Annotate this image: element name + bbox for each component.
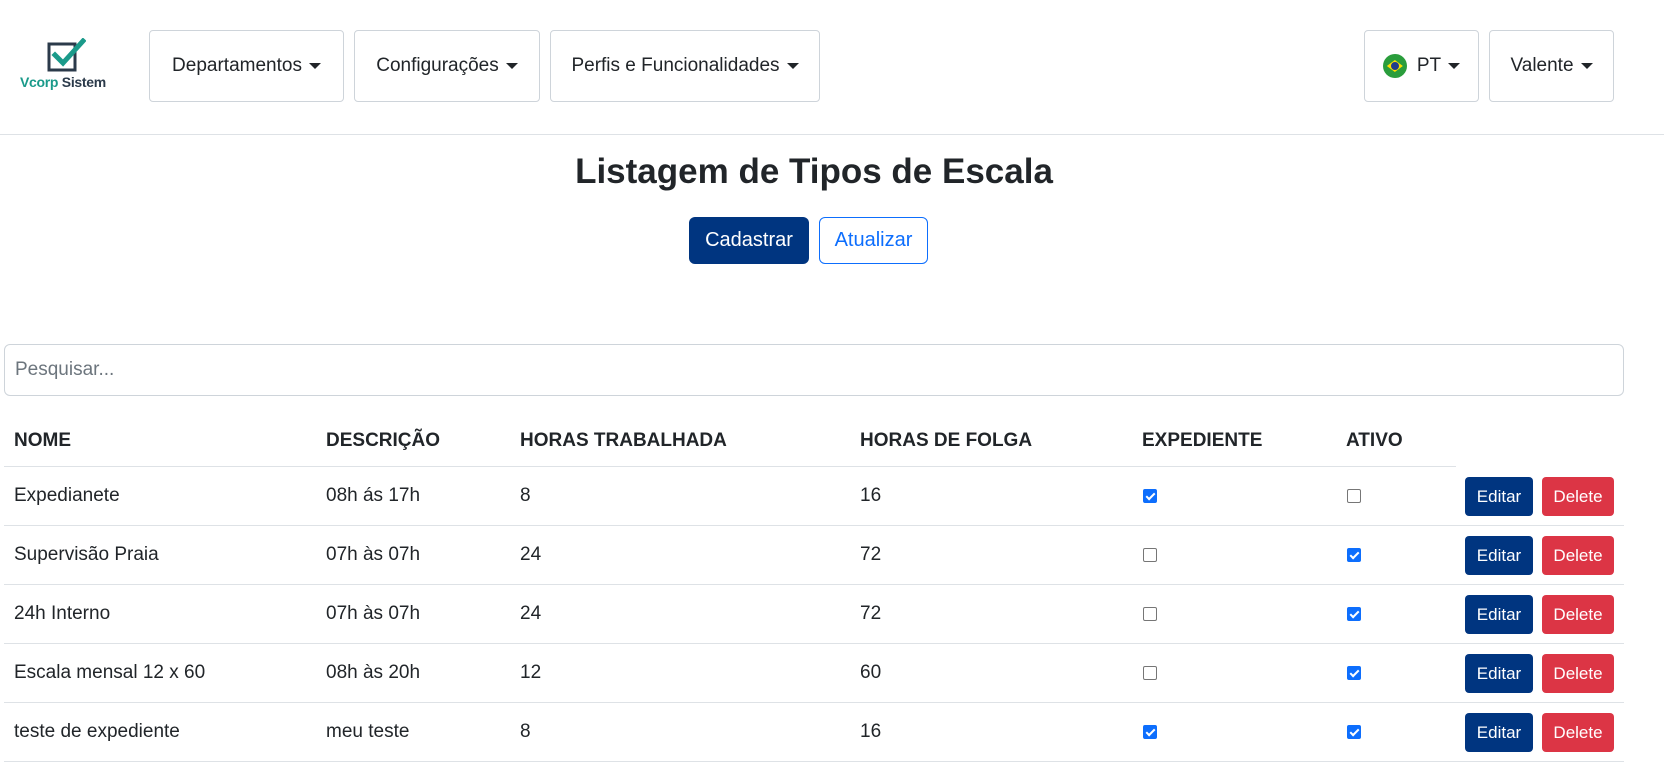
header-horas-folga: HORAS DE FOLGA bbox=[860, 430, 1033, 451]
page-title: Listagem de Tipos de Escala bbox=[575, 152, 1053, 191]
edit-button[interactable]: Editar bbox=[1465, 654, 1533, 693]
expediente-checkbox[interactable] bbox=[1143, 607, 1157, 621]
cell-nome: teste de expediente bbox=[14, 721, 180, 742]
cell-descricao: 08h ás 17h bbox=[326, 485, 421, 506]
caret-down-icon bbox=[1448, 63, 1461, 69]
cell-descricao: 07h às 07h bbox=[326, 544, 421, 565]
brazil-flag-icon bbox=[1382, 54, 1407, 78]
header-descricao: DESCRIÇÃO bbox=[326, 430, 441, 451]
cell-horas-trabalhada: 12 bbox=[520, 662, 542, 683]
cell-nome: Expedianete bbox=[14, 485, 120, 506]
expediente-checkbox[interactable] bbox=[1143, 725, 1157, 739]
cell-horas-folga: 16 bbox=[860, 721, 882, 742]
search-input[interactable] bbox=[4, 344, 1624, 396]
cell-nome: Supervisão Praia bbox=[14, 544, 159, 565]
header-ativo: ATIVO bbox=[1346, 430, 1403, 451]
table-row: teste de expediente meu teste 8 16 Edita… bbox=[4, 703, 1624, 762]
caret-down-icon bbox=[308, 63, 321, 69]
caret-down-icon bbox=[786, 63, 799, 69]
delete-button[interactable]: Delete bbox=[1542, 536, 1614, 575]
expediente-checkbox[interactable] bbox=[1143, 548, 1157, 562]
brand-name-part2: Sistem bbox=[61, 74, 106, 90]
language-label: PT bbox=[1416, 55, 1442, 76]
atualizar-button[interactable]: Atualizar bbox=[819, 217, 928, 264]
ativo-checkbox[interactable] bbox=[1347, 548, 1361, 562]
edit-button[interactable]: Editar bbox=[1465, 595, 1533, 634]
cell-horas-folga: 60 bbox=[860, 662, 882, 683]
edit-button[interactable]: Editar bbox=[1465, 536, 1533, 575]
header-horas-trabalhada: HORAS TRABALHADA bbox=[520, 430, 727, 451]
configuracoes-label: Configurações bbox=[376, 55, 499, 76]
caret-down-icon bbox=[1580, 63, 1593, 69]
language-dropdown[interactable]: PT bbox=[1364, 30, 1479, 102]
ativo-checkbox[interactable] bbox=[1347, 607, 1361, 621]
cadastrar-button[interactable]: Cadastrar bbox=[689, 217, 809, 264]
cell-nome: Escala mensal 12 x 60 bbox=[14, 662, 206, 683]
cell-horas-trabalhada: 8 bbox=[520, 485, 531, 506]
checkbox-logo-icon bbox=[47, 38, 86, 72]
ativo-checkbox[interactable] bbox=[1347, 489, 1361, 503]
departamentos-dropdown[interactable]: Departamentos bbox=[149, 30, 344, 102]
logo[interactable]: Vcorp Sistem bbox=[20, 38, 116, 94]
delete-button[interactable]: Delete bbox=[1542, 713, 1614, 752]
cell-descricao: 08h às 20h bbox=[326, 662, 421, 683]
navbar: Vcorp Sistem Departamentos Configurações… bbox=[0, 0, 1664, 135]
cell-horas-folga: 16 bbox=[860, 485, 882, 506]
cell-horas-folga: 72 bbox=[860, 603, 882, 624]
perfis-dropdown[interactable]: Perfis e Funcionalidades bbox=[550, 30, 820, 102]
configuracoes-dropdown[interactable]: Configurações bbox=[354, 30, 540, 102]
cell-horas-trabalhada: 24 bbox=[520, 544, 542, 565]
table-row: Supervisão Praia 07h às 07h 24 72 Editar… bbox=[4, 526, 1624, 585]
cell-horas-folga: 72 bbox=[860, 544, 882, 565]
brand-name: Vcorp Sistem bbox=[20, 74, 106, 90]
departamentos-label: Departamentos bbox=[172, 55, 302, 76]
edit-button[interactable]: Editar bbox=[1465, 477, 1533, 516]
header-expediente: EXPEDIENTE bbox=[1142, 430, 1263, 451]
ativo-checkbox[interactable] bbox=[1347, 725, 1361, 739]
table-row: Expedianete 08h ás 17h 8 16 Editar Delet… bbox=[4, 467, 1624, 526]
caret-down-icon bbox=[505, 63, 518, 69]
user-label: Valente bbox=[1510, 55, 1574, 76]
brand-name-part1: Vcorp bbox=[20, 74, 59, 90]
cell-descricao: meu teste bbox=[326, 721, 410, 742]
edit-button[interactable]: Editar bbox=[1465, 713, 1533, 752]
cell-nome: 24h Interno bbox=[14, 603, 111, 624]
expediente-checkbox[interactable] bbox=[1143, 489, 1157, 503]
delete-button[interactable]: Delete bbox=[1542, 477, 1614, 516]
header-nome: NOME bbox=[14, 430, 71, 451]
perfis-label: Perfis e Funcionalidades bbox=[571, 55, 780, 76]
cell-horas-trabalhada: 24 bbox=[520, 603, 542, 624]
table-row: Escala mensal 12 x 60 08h às 20h 12 60 E… bbox=[4, 644, 1624, 703]
table-row: 24h Interno 07h às 07h 24 72 Editar Dele… bbox=[4, 585, 1624, 644]
delete-button[interactable]: Delete bbox=[1542, 654, 1614, 693]
cell-horas-trabalhada: 8 bbox=[520, 721, 531, 742]
cell-descricao: 07h às 07h bbox=[326, 603, 421, 624]
delete-button[interactable]: Delete bbox=[1542, 595, 1614, 634]
ativo-checkbox[interactable] bbox=[1347, 666, 1361, 680]
user-dropdown[interactable]: Valente bbox=[1489, 30, 1614, 102]
expediente-checkbox[interactable] bbox=[1143, 666, 1157, 680]
